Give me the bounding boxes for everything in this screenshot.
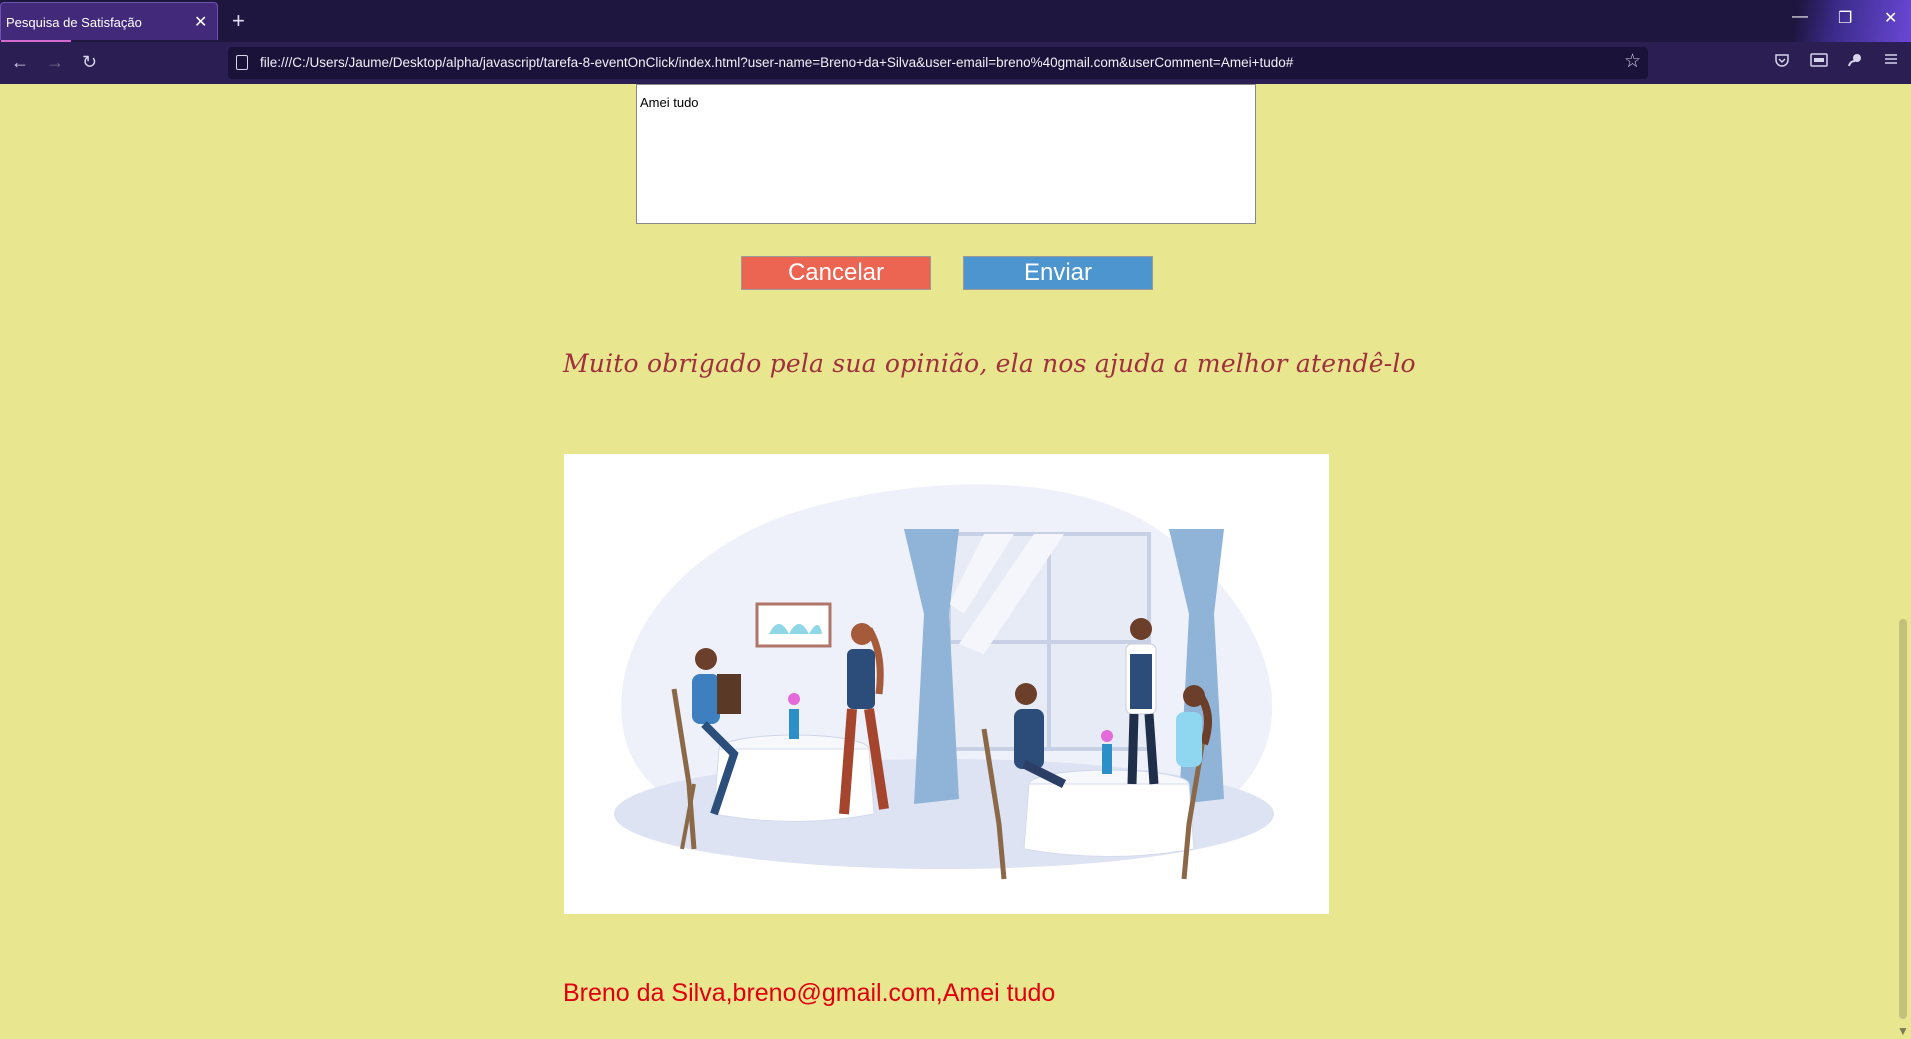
reload-icon[interactable]: ↻ <box>82 52 97 73</box>
forward-icon[interactable]: → <box>46 52 64 73</box>
page-file-icon <box>236 55 248 70</box>
minimize-icon[interactable]: — <box>1792 8 1808 26</box>
result-text: Breno da Silva,breno@gmail.com,Amei tudo <box>563 979 1056 1007</box>
pocket-icon[interactable] <box>1774 52 1790 73</box>
browser-tab[interactable]: Pesquisa de Satisfação ✕ <box>0 2 218 43</box>
restore-icon[interactable]: ❐ <box>1838 8 1852 28</box>
tab-title: Pesquisa de Satisfação <box>6 15 142 30</box>
address-bar[interactable]: file:///C:/Users/Jaume/Desktop/alpha/jav… <box>228 47 1648 79</box>
back-icon[interactable]: ← <box>11 52 29 73</box>
scroll-down-arrow-icon[interactable]: ▼ <box>1897 1024 1909 1038</box>
browser-navbar: ← → ↻ file:///C:/Users/Jaume/Desktop/alp… <box>0 42 1911 84</box>
url-text[interactable]: file:///C:/Users/Jaume/Desktop/alpha/jav… <box>260 55 1293 70</box>
page-content: Amei tudo Cancelar Enviar Muito obrigado… <box>0 84 1895 1039</box>
restaurant-illustration <box>564 454 1329 914</box>
thank-you-message: Muito obrigado pela sua opinião, ela nos… <box>563 349 1416 378</box>
scrollbar-thumb[interactable] <box>1899 619 1907 1019</box>
browser-titlebar: Pesquisa de Satisfação ✕ + — ❐ ✕ <box>0 0 1911 43</box>
titlebar-theme-art <box>1720 0 1911 42</box>
menu-icon[interactable] <box>1884 52 1898 71</box>
page-scrollbar[interactable]: ▼ <box>1895 84 1911 1039</box>
window-close-icon[interactable]: ✕ <box>1884 8 1897 28</box>
send-button[interactable]: Enviar <box>963 256 1153 290</box>
cancel-button[interactable]: Cancelar <box>741 256 931 290</box>
comment-textarea[interactable]: Amei tudo <box>636 84 1256 224</box>
bookmark-star-icon[interactable]: ☆ <box>1624 50 1641 73</box>
extension-icon[interactable] <box>1846 52 1864 73</box>
close-tab-icon[interactable]: ✕ <box>194 12 207 32</box>
container-icon[interactable] <box>1810 52 1828 73</box>
new-tab-icon[interactable]: + <box>232 8 245 34</box>
